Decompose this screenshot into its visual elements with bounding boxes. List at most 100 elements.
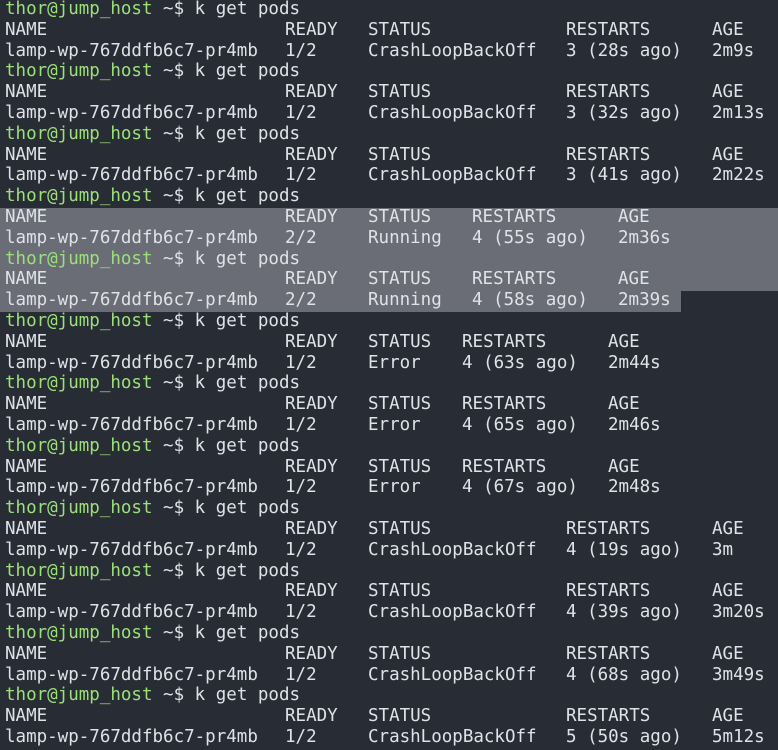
cell-status: Running [368, 227, 442, 248]
table-header: NAME READY STATUS RESTARTS AGE [0, 394, 778, 415]
cell-restarts: 3 (41s ago) [566, 165, 682, 186]
header-restarts: RESTARTS [462, 331, 547, 352]
table-row: lamp-wp-767ddfb6c7-pr4mb 1/2 CrashLoopBack… [0, 665, 778, 686]
prompt-line: thor@jump_host ~$ k get pods [0, 436, 778, 457]
cell-name: lamp-wp-767ddfb6c7-pr4mb [5, 40, 258, 61]
header-status: STATUS [368, 207, 432, 227]
cell-status: Error [368, 352, 421, 373]
cell-restarts: 4 (39s ago) [566, 602, 682, 623]
prompt-line: thor@jump_host ~$ k get pods [0, 0, 778, 20]
cell-status: CrashLoopBackOff [368, 40, 537, 61]
prompt-symbol: ~$ [152, 373, 195, 394]
header-name: NAME [5, 581, 48, 602]
prompt-user: thor@jump_host [5, 123, 153, 144]
table-header: NAME READY STATUS RESTARTS AGE [0, 706, 778, 727]
prompt-line: thor@jump_host ~$ k get pods [0, 373, 778, 394]
cell-name: lamp-wp-767ddfb6c7-pr4mb [5, 602, 258, 623]
cell-restarts: 3 (28s ago) [566, 40, 682, 61]
header-status: STATUS [368, 456, 432, 477]
cell-ready: 1/2 [285, 165, 317, 186]
prompt-line: thor@jump_host ~$ k get pods [0, 311, 778, 332]
command-text: k get pods [194, 311, 301, 331]
cell-name: lamp-wp-767ddfb6c7-pr4mb [5, 290, 258, 311]
prompt: thor@jump_host ~$ k get pods [5, 0, 300, 20]
cell-name: lamp-wp-767ddfb6c7-pr4mb [5, 352, 258, 373]
prompt-line: thor@jump_host ~$ k get pods [0, 685, 778, 706]
header-age: AGE [608, 331, 640, 352]
header-age: AGE [712, 19, 744, 40]
header-restarts: RESTARTS [566, 19, 651, 40]
prompt-user: thor@jump_host [5, 373, 153, 394]
prompt-user: thor@jump_host [5, 623, 153, 643]
cell-name: lamp-wp-767ddfb6c7-pr4mb [5, 165, 258, 186]
header-status: STATUS [368, 144, 432, 165]
command-text: k get pods [194, 123, 301, 144]
table-header: NAME READY STATUS RESTARTS AGE [0, 644, 778, 665]
table-header: NAME READY STATUS RESTARTS AGE [0, 581, 778, 602]
cell-age: 2m36s [618, 227, 671, 248]
header-status: STATUS [368, 643, 432, 664]
header-ready: READY [285, 269, 338, 290]
command-text: k get pods [194, 61, 301, 82]
cell-status: CrashLoopBackOff [368, 103, 537, 123]
header-ready: READY [285, 19, 338, 40]
header-ready: READY [285, 581, 338, 602]
table-row: lamp-wp-767ddfb6c7-pr4mb 1/2 CrashLoopBack… [0, 103, 778, 124]
terminal-window[interactable]: NAME READY STATUS RESTARTS AGE lamp-wp-767ddf… [0, 0, 778, 750]
prompt-line: thor@jump_host ~$ k get pods [0, 124, 778, 145]
cell-age: 2m9s [712, 40, 755, 61]
prompt-symbol: ~$ [152, 623, 195, 643]
prompt-user: thor@jump_host [5, 248, 153, 269]
cell-ready: 2/2 [285, 290, 317, 311]
table-header: NAME READY STATUS RESTARTS AGE [0, 519, 778, 540]
header-status: STATUS [368, 269, 432, 290]
table-row: lamp-wp-767ddfb6c7-pr4mb 1/2 CrashLoopBack… [0, 41, 778, 62]
table-header: NAME READY STATUS RESTARTS AGE [0, 145, 778, 166]
command-text: k get pods [194, 186, 301, 207]
cell-age: 3m49s [712, 664, 765, 685]
prompt: thor@jump_host ~$ k get pods [5, 61, 300, 82]
prompt-symbol: ~$ [152, 123, 195, 144]
cell-age: 2m46s [608, 415, 661, 435]
prompt: thor@jump_host ~$ k get pods [5, 373, 300, 394]
header-name: NAME [5, 643, 48, 664]
header-ready: READY [285, 706, 338, 727]
header-restarts: RESTARTS [472, 207, 557, 227]
prompt: thor@jump_host ~$ k get pods [5, 124, 300, 145]
prompt-symbol: ~$ [152, 186, 195, 207]
cell-ready: 1/2 [285, 415, 317, 435]
cell-restarts: 4 (67s ago) [462, 477, 578, 498]
cell-restarts: 4 (58s ago) [472, 290, 588, 311]
table-row: lamp-wp-767ddfb6c7-pr4mb 1/2 Error 4 (65s a… [0, 415, 778, 436]
cell-restarts: 4 (55s ago) [472, 227, 588, 248]
cell-age: 3m20s [712, 602, 765, 623]
table-row: lamp-wp-767ddfb6c7-pr4mb 1/2 CrashLoopBack… [0, 165, 778, 186]
header-status: STATUS [368, 19, 432, 40]
cell-status: Error [368, 415, 421, 435]
header-age: AGE [618, 269, 650, 290]
table-row: lamp-wp-767ddfb6c7-pr4mb 1/2 CrashLoopBack… [0, 602, 778, 623]
prompt: thor@jump_host ~$ k get pods [5, 561, 300, 582]
prompt-symbol: ~$ [152, 248, 195, 269]
header-restarts: RESTARTS [566, 519, 651, 539]
table-header: NAME READY STATUS RESTARTS AGE [0, 207, 778, 228]
prompt-line: thor@jump_host ~$ k get pods [0, 561, 778, 582]
prompt-line: thor@jump_host ~$ k get pods [0, 186, 778, 207]
cell-age: 2m48s [608, 477, 661, 498]
header-age: AGE [608, 456, 640, 477]
cell-age: 2m22s [712, 165, 765, 186]
prompt-line: thor@jump_host ~$ k get pods [0, 623, 778, 644]
prompt-symbol: ~$ [152, 560, 195, 581]
prompt-user: thor@jump_host [5, 311, 153, 331]
cell-ready: 1/2 [285, 103, 317, 123]
header-age: AGE [712, 519, 744, 539]
cell-name: lamp-wp-767ddfb6c7-pr4mb [5, 103, 258, 123]
header-name: NAME [5, 706, 48, 727]
command-text: k get pods [194, 435, 301, 456]
cell-name: lamp-wp-767ddfb6c7-pr4mb [5, 539, 258, 560]
prompt-line: thor@jump_host ~$ k get pods [0, 498, 778, 519]
cell-ready: 1/2 [285, 539, 317, 560]
table-row: lamp-wp-767ddfb6c7-pr4mb 1/2 Error 4 (63s a… [0, 353, 778, 374]
cell-name: lamp-wp-767ddfb6c7-pr4mb [5, 227, 258, 248]
prompt-user: thor@jump_host [5, 61, 153, 82]
